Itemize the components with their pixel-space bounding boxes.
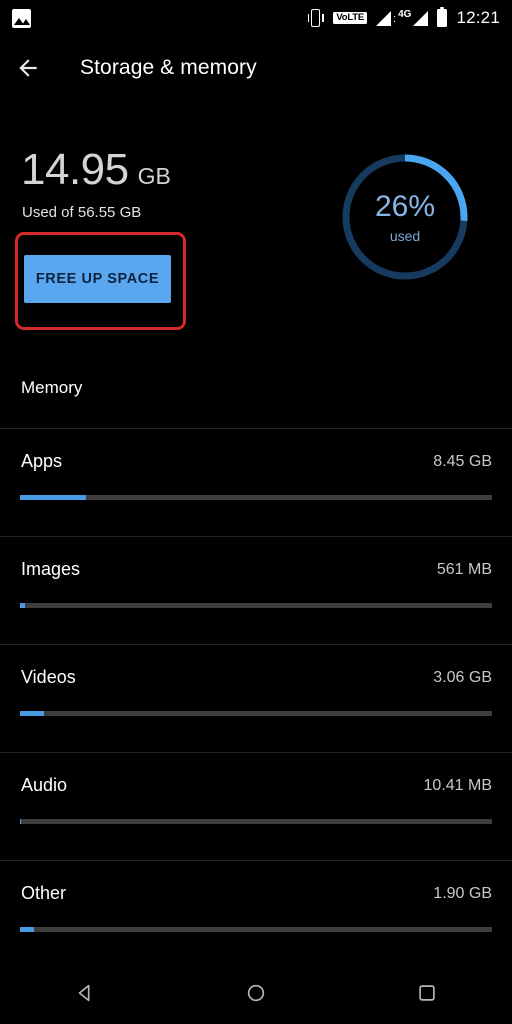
used-number: 14.95 bbox=[21, 145, 129, 194]
memory-row-progress-track bbox=[20, 603, 492, 608]
memory-row-progress-track bbox=[20, 711, 492, 716]
signal-bars-icon: : 4G bbox=[376, 9, 429, 26]
status-bar-notifications bbox=[12, 8, 31, 28]
sim-separator: : bbox=[393, 13, 397, 25]
memory-list: Apps 8.45 GB Images 561 MB Videos 3.06 GB Audi… bbox=[0, 428, 512, 968]
memory-row-value: 3.06 GB bbox=[433, 669, 492, 686]
ring-text: 26% used bbox=[338, 150, 472, 284]
memory-row-progress-fill bbox=[20, 819, 22, 824]
memory-row-label: Videos bbox=[21, 667, 76, 687]
memory-row-progress-fill bbox=[20, 927, 35, 932]
memory-row[interactable]: Apps 8.45 GB bbox=[0, 428, 512, 536]
nav-home-button[interactable] bbox=[216, 962, 296, 1024]
memory-row-progress-fill bbox=[20, 711, 44, 716]
used-of-total-label: Used of 56.55 GB bbox=[22, 204, 142, 221]
memory-row-label: Other bbox=[21, 883, 67, 903]
memory-row-progress-track bbox=[20, 819, 492, 824]
recents-square-icon bbox=[418, 985, 435, 1001]
used-amount: 14.95 GB bbox=[21, 148, 171, 192]
battery-full-icon bbox=[437, 6, 448, 27]
ring-percent-label: 26% bbox=[374, 189, 436, 223]
network-type-label: 4G bbox=[398, 9, 412, 20]
page-title: Storage & memory bbox=[80, 56, 257, 79]
status-bar: VoLTE : 4G 12:21 bbox=[0, 0, 512, 36]
status-bar-clock: 12:21 bbox=[456, 8, 500, 27]
memory-row-value: 561 MB bbox=[436, 561, 492, 578]
back-arrow-icon bbox=[19, 59, 37, 77]
system-nav-bar bbox=[0, 962, 512, 1024]
volte-icon: VoLTE bbox=[333, 11, 368, 25]
memory-row-label: Apps bbox=[21, 451, 63, 471]
memory-row-progress-fill bbox=[20, 495, 87, 500]
free-up-space-button[interactable]: FREE UP SPACE bbox=[24, 255, 171, 303]
memory-row[interactable]: Images 561 MB bbox=[0, 536, 512, 644]
nav-recents-button[interactable] bbox=[387, 962, 467, 1024]
memory-row-progress-track bbox=[20, 495, 492, 500]
back-button[interactable] bbox=[0, 40, 56, 96]
memory-section-header: Memory bbox=[21, 378, 83, 397]
memory-row-value: 8.45 GB bbox=[433, 453, 492, 470]
memory-row-label: Images bbox=[21, 559, 81, 579]
memory-row[interactable]: Audio 10.41 MB bbox=[0, 752, 512, 860]
memory-row[interactable]: Other 1.90 GB bbox=[0, 860, 512, 968]
status-bar-system-icons: VoLTE : 4G 12:21 bbox=[307, 6, 500, 28]
memory-row-value: 1.90 GB bbox=[433, 885, 492, 902]
used-unit: GB bbox=[137, 163, 171, 189]
ring-used-label: used bbox=[389, 227, 421, 244]
image-screenshot-icon bbox=[12, 8, 31, 28]
memory-row-label: Audio bbox=[21, 775, 68, 795]
nav-back-button[interactable] bbox=[45, 962, 125, 1024]
vibrate-icon bbox=[307, 8, 324, 28]
storage-usage-ring: 26% used bbox=[338, 150, 472, 284]
back-triangle-icon bbox=[79, 984, 90, 1002]
memory-row[interactable]: Videos 3.06 GB bbox=[0, 644, 512, 752]
memory-row-progress-track bbox=[20, 927, 492, 932]
app-bar: Storage & memory bbox=[0, 40, 512, 96]
storage-summary: 14.95 GB Used of 56.55 GB FREE UP SPACE … bbox=[0, 140, 512, 340]
memory-row-progress-fill bbox=[20, 603, 25, 608]
home-circle-icon bbox=[247, 984, 265, 1002]
memory-row-value: 10.41 MB bbox=[423, 777, 492, 794]
